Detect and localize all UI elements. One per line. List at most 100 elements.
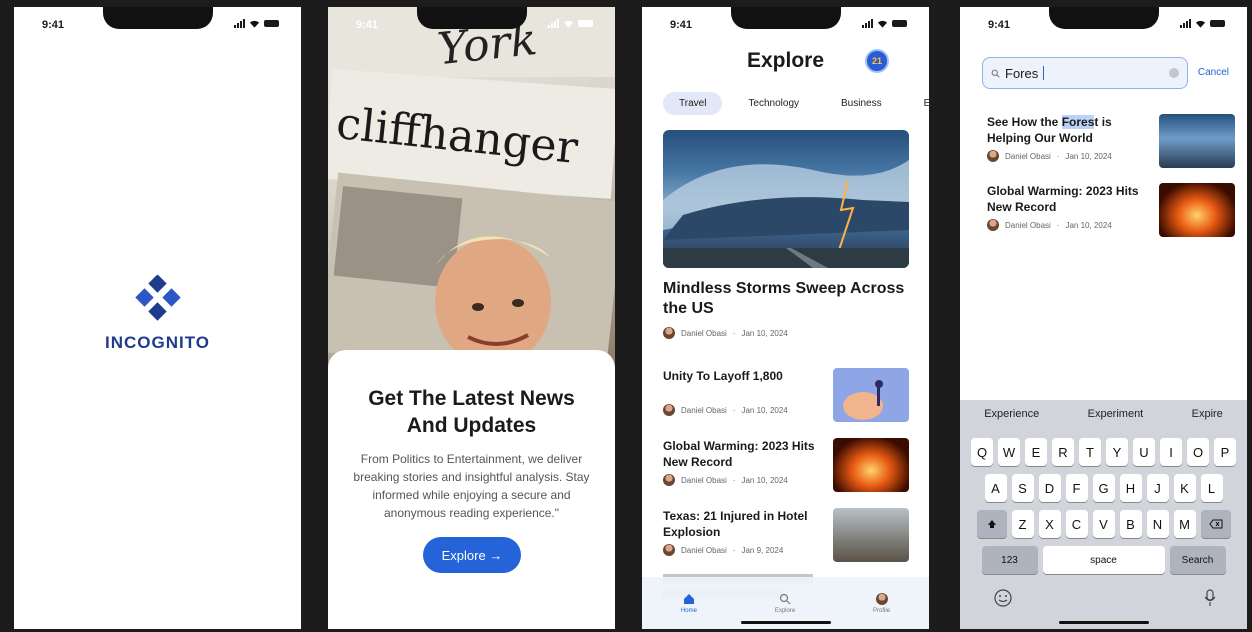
article-date: Jan 9, 2024 (741, 545, 784, 555)
key[interactable]: P (1214, 438, 1236, 466)
battery-icon (1210, 20, 1225, 27)
article-date: Jan 10, 2024 (741, 328, 788, 338)
battery-icon (578, 20, 593, 27)
space-key[interactable]: space (1042, 546, 1165, 574)
key-row-4: 123 space Search (960, 546, 1247, 574)
key[interactable]: V (1092, 510, 1115, 538)
list-item[interactable]: Texas: 21 Injured in Hotel Explosion Dan… (663, 508, 909, 562)
article-title: Unity To Layoff 1,800 (663, 369, 783, 383)
clear-icon[interactable] (1169, 68, 1179, 78)
author-name: Daniel Obasi (1005, 151, 1051, 161)
key[interactable]: H (1119, 474, 1142, 502)
key[interactable]: Z (1011, 510, 1034, 538)
result-thumbnail (1159, 183, 1235, 237)
key[interactable]: O (1187, 438, 1209, 466)
notch (416, 7, 527, 29)
tab-business[interactable]: Business (825, 92, 898, 115)
shift-key[interactable] (976, 510, 1007, 538)
home-indicator (1058, 621, 1149, 624)
key[interactable]: U (1133, 438, 1155, 466)
explore-button[interactable]: Explore → (423, 537, 521, 573)
splash-screen: 9:41 INCOGNITO (14, 7, 301, 629)
status-time: 9:41 (988, 19, 1011, 31)
key[interactable]: F (1065, 474, 1088, 502)
search-icon (779, 593, 791, 604)
key[interactable]: I (1160, 438, 1182, 466)
key[interactable]: K (1173, 474, 1196, 502)
hero-article-image[interactable] (663, 130, 909, 268)
key-row-3: Z X C V B N M (960, 510, 1247, 538)
key[interactable]: Q (971, 438, 993, 466)
key[interactable]: G (1092, 474, 1115, 502)
search-result-item[interactable]: See How the Forest is Helping Our World … (987, 114, 1235, 170)
key[interactable]: M (1173, 510, 1196, 538)
status-time: 9:41 (42, 19, 65, 31)
suggestion-item[interactable]: Experience (984, 408, 1039, 420)
hero-article-meta: Daniel Obasi · Jan 10, 2024 (663, 327, 788, 339)
nav-home[interactable]: Home (681, 593, 697, 614)
key[interactable]: D (1038, 474, 1061, 502)
suggestion-item[interactable]: Expire (1192, 408, 1223, 420)
article-date: Jan 10, 2024 (741, 475, 788, 485)
hero-article-title[interactable]: Mindless Storms Sweep Across the US (663, 279, 913, 319)
result-thumbnail (1159, 114, 1235, 168)
key[interactable]: R (1052, 438, 1074, 466)
article-thumbnail (833, 508, 909, 562)
onboarding-screen: York cliffhanger 9:41 Get The Latest New… (328, 7, 615, 629)
key[interactable]: T (1079, 438, 1101, 466)
search-result-item[interactable]: Global Warming: 2023 Hits New Record Dan… (987, 183, 1235, 239)
key[interactable]: X (1038, 510, 1061, 538)
article-thumbnail (833, 438, 909, 492)
microphone-icon[interactable] (1203, 589, 1217, 607)
search-screen: 9:41 Fores Cancel See How the Forest is … (960, 7, 1247, 629)
nav-profile[interactable]: Profile (873, 592, 890, 614)
search-key[interactable]: Search (1169, 546, 1226, 574)
nav-explore[interactable]: Explore (775, 593, 795, 614)
article-meta: Daniel Obasi · Jan 10, 2024 (663, 474, 788, 486)
list-item[interactable]: Unity To Layoff 1,800 Daniel Obasi · Jan… (663, 368, 909, 422)
text-cursor (1043, 66, 1045, 80)
tab-travel[interactable]: Travel (663, 92, 723, 115)
key[interactable]: B (1119, 510, 1142, 538)
signal-icon (1180, 19, 1191, 28)
keyboard-suggestions: Experience Experiment Expire (960, 400, 1247, 428)
notch (1048, 7, 1159, 29)
key[interactable]: E (1025, 438, 1047, 466)
home-indicator (740, 621, 831, 624)
notch (730, 7, 841, 29)
article-title: Texas: 21 Injured in Hotel Explosion (663, 509, 808, 539)
shift-icon (987, 520, 996, 528)
tab-more[interactable]: E (908, 92, 929, 115)
author-avatar (663, 474, 675, 486)
key[interactable]: S (1011, 474, 1034, 502)
author-avatar (987, 150, 999, 162)
key[interactable]: C (1065, 510, 1088, 538)
wifi-icon (563, 20, 574, 28)
emoji-icon[interactable] (994, 589, 1012, 607)
category-tabs: Travel Technology Business E (663, 92, 929, 115)
author-avatar (663, 327, 675, 339)
list-item[interactable]: Global Warming: 2023 Hits New Record Dan… (663, 438, 909, 492)
key-row-1: Q W E R T Y U I O P (960, 438, 1247, 466)
key[interactable]: J (1146, 474, 1169, 502)
key[interactable]: W (998, 438, 1020, 466)
status-bar: 9:41 (328, 7, 615, 41)
result-title: Global Warming: 2023 Hits New Record (987, 184, 1139, 214)
tab-technology[interactable]: Technology (732, 92, 815, 115)
key[interactable]: L (1200, 474, 1223, 502)
signal-icon (862, 19, 873, 28)
result-title: See How the Forest is Helping Our World (987, 115, 1112, 145)
newspaper-illustration: York cliffhanger (328, 7, 615, 382)
suggestion-item[interactable]: Experiment (1088, 408, 1144, 420)
numbers-key[interactable]: 123 (981, 546, 1038, 574)
profile-badge[interactable]: 21 (865, 49, 889, 73)
cancel-button[interactable]: Cancel (1198, 67, 1229, 78)
key[interactable]: A (984, 474, 1007, 502)
key[interactable]: Y (1106, 438, 1128, 466)
article-title: Global Warming: 2023 Hits New Record (663, 439, 815, 469)
search-input[interactable]: Fores (982, 57, 1188, 89)
author-name: Daniel Obasi (681, 475, 727, 485)
status-time: 9:41 (670, 19, 693, 31)
key[interactable]: N (1146, 510, 1169, 538)
backspace-key[interactable] (1200, 510, 1231, 538)
